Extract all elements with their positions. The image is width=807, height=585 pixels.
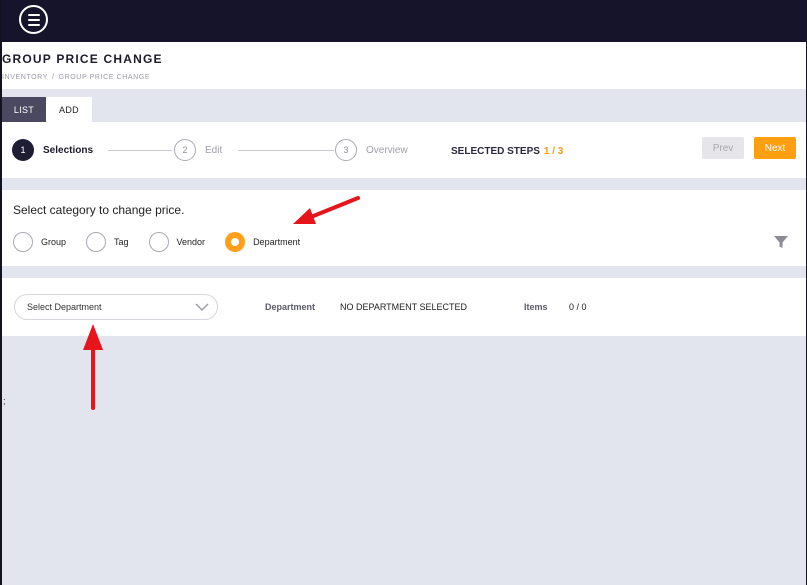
breadcrumb-item-current: GROUP PRICE CHANGE (58, 74, 151, 81)
tab-add[interactable]: ADD (46, 97, 92, 122)
radio-button[interactable] (148, 232, 169, 252)
radio-department-option[interactable]: Department (225, 232, 300, 252)
department-label: Department (265, 302, 316, 312)
radio-label: Tag (114, 237, 129, 247)
department-select-placeholder: Select Department (27, 302, 102, 312)
step-number: 1 (12, 139, 34, 161)
radio-label: Group (41, 237, 67, 247)
next-button[interactable]: Next (754, 137, 796, 159)
page-title: GROUP PRICE CHANGE (2, 52, 163, 66)
step-selections[interactable]: 1 Selections (12, 139, 93, 161)
side-mark: ; (3, 396, 6, 406)
page-header: GROUP PRICE CHANGE INVENTORY / GROUP PRICE… (0, 42, 807, 89)
step-connector (238, 150, 334, 151)
breadcrumb-separator: / (52, 74, 55, 81)
breadcrumb: INVENTORY / GROUP PRICE CHANGE (2, 74, 150, 81)
selected-steps: SELECTED STEPS 1 / 3 (451, 146, 563, 157)
selected-steps-label: SELECTED STEPS (451, 146, 540, 157)
radio-button[interactable] (86, 232, 107, 252)
radio-vendor-option[interactable]: Vendor (148, 232, 206, 252)
category-title: Select category to change price. (13, 203, 185, 217)
menu-icon[interactable] (19, 5, 48, 34)
chevron-down-icon (195, 303, 209, 311)
items-value: 0 / 0 (569, 302, 587, 312)
items-label: Items (524, 302, 548, 312)
radio-tag-option[interactable]: Tag (86, 232, 129, 252)
window-left-edge (0, 0, 2, 585)
radio-button-checked[interactable] (225, 232, 246, 252)
breadcrumb-item-inventory[interactable]: INVENTORY (2, 74, 48, 81)
category-radio-group: Group Tag Vendor Department (13, 232, 320, 252)
tab-list[interactable]: LIST (2, 97, 46, 122)
selection-panel: Select Department Department NO DEPARTME… (2, 278, 806, 336)
step-label: Edit (205, 144, 223, 156)
prev-button[interactable]: Prev (702, 137, 744, 159)
selected-steps-count: 1 / 3 (543, 146, 564, 157)
step-overview[interactable]: 3 Overview (335, 139, 408, 161)
steps-panel: 1 Selections 2 Edit 3 Overview SELECTED … (2, 122, 806, 178)
step-label: Selections (43, 144, 94, 156)
step-label: Overview (366, 144, 408, 156)
step-edit[interactable]: 2 Edit (174, 139, 222, 161)
radio-group-option[interactable]: Group (13, 232, 66, 252)
department-select[interactable]: Select Department (14, 294, 218, 320)
step-number: 2 (174, 139, 196, 161)
department-value: NO DEPARTMENT SELECTED (340, 302, 468, 312)
filter-icon[interactable] (773, 234, 789, 250)
tab-bar: LIST ADD (2, 97, 92, 122)
step-number: 3 (335, 139, 357, 161)
top-bar (0, 0, 807, 42)
radio-label: Department (253, 237, 301, 247)
category-panel: Select category to change price. Group T… (2, 190, 806, 266)
step-connector (108, 150, 172, 151)
radio-label: Vendor (176, 237, 206, 247)
radio-button[interactable] (13, 232, 33, 252)
